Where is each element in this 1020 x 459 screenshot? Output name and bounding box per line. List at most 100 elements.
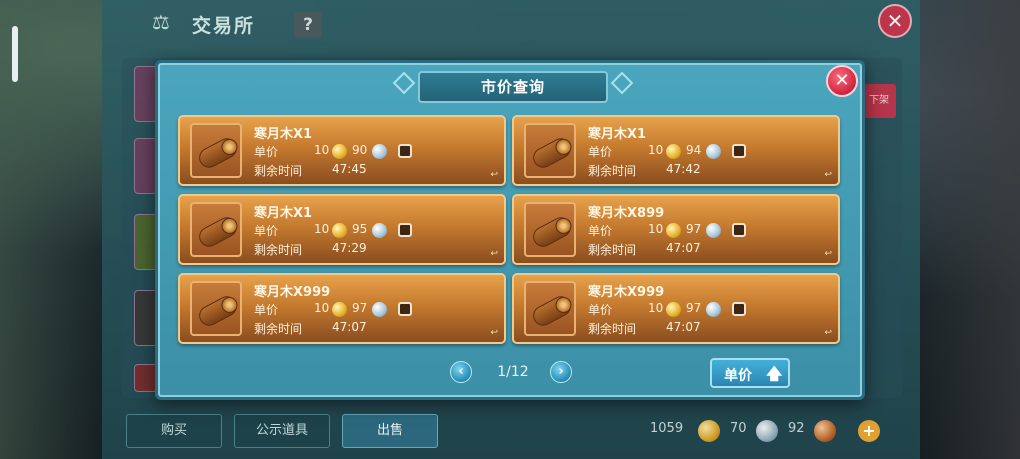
time-label: 剩余时间 [254, 164, 303, 178]
price-gold: 10 [648, 143, 664, 157]
help-button[interactable]: ? [294, 12, 322, 38]
tab-public-items[interactable]: 公示道具 [234, 414, 330, 448]
time-remaining: 47:07 [666, 241, 701, 255]
price-silver: 94 [686, 143, 702, 157]
listing-card[interactable]: 寒月木X1 单价 10 94 剩余时间 47:42 ↩ [512, 115, 840, 186]
corner-mark-icon: ↩ [490, 328, 498, 338]
wood-log-icon [529, 213, 575, 251]
gold-coin-icon [666, 144, 681, 159]
sort-up-arrow-icon: 🡅 [766, 364, 783, 383]
wood-log-icon [195, 292, 241, 330]
price-silver: 90 [352, 143, 368, 157]
side-menu-handle[interactable] [12, 26, 18, 82]
tab-buy[interactable]: 购买 [126, 414, 222, 448]
wood-log-icon [195, 134, 241, 172]
item-name: 寒月木X899 [588, 206, 665, 221]
time-remaining: 47:07 [332, 320, 367, 334]
page-indicator: 1/12 [497, 364, 529, 380]
copper-coin-icon [814, 420, 836, 442]
gold-coin-icon [666, 302, 681, 317]
bound-item-icon [732, 302, 746, 316]
price-silver: 97 [686, 222, 702, 236]
price-label: 单价 [588, 224, 613, 238]
gold-coin-icon [332, 144, 347, 159]
item-slot [190, 202, 242, 257]
silver-coin-icon [706, 223, 721, 238]
item-slot [190, 281, 242, 336]
item-slot [190, 123, 242, 178]
modal-title-bar: 市价查询 [418, 71, 608, 103]
time-remaining: 47:29 [332, 241, 367, 255]
item-name: 寒月木X1 [588, 127, 647, 142]
corner-mark-icon: ↩ [824, 249, 832, 259]
wood-log-icon [529, 134, 575, 172]
listing-card[interactable]: 寒月木X1 单价 10 95 剩余时间 47:29 ↩ [178, 194, 506, 265]
bound-item-icon [398, 223, 412, 237]
price-label: 单价 [254, 145, 279, 159]
time-label: 剩余时间 [254, 322, 303, 336]
exchange-close-button[interactable]: ✕ [878, 4, 912, 38]
silver-amount: 70 [730, 421, 747, 436]
price-label: 单价 [254, 224, 279, 238]
price-gold: 10 [314, 222, 330, 236]
prev-page-button[interactable]: ‹ [450, 361, 472, 383]
scale-icon: ⚖ [152, 10, 170, 34]
bound-item-icon [732, 144, 746, 158]
title-ornament-right-icon [610, 71, 634, 95]
listing-grid: 寒月木X1 单价 10 90 剩余时间 47:45 ↩ 寒月木X1 单价 10 … [170, 107, 850, 347]
time-label: 剩余时间 [588, 164, 637, 178]
price-gold: 10 [648, 222, 664, 236]
item-name: 寒月木X1 [254, 206, 313, 221]
gold-coin-icon [332, 223, 347, 238]
add-currency-button[interactable]: + [858, 420, 880, 442]
price-gold: 10 [314, 301, 330, 315]
sort-by-price-button[interactable]: 单价 🡅 [710, 358, 790, 388]
title-ornament-left-icon [392, 71, 416, 95]
time-remaining: 47:07 [666, 320, 701, 334]
price-label: 单价 [254, 303, 279, 317]
listing-card[interactable]: 寒月木X899 单价 10 97 剩余时间 47:07 ↩ [512, 194, 840, 265]
silver-coin-icon [372, 144, 387, 159]
exchange-title: 交易所 [192, 15, 256, 37]
scene-structure-right [910, 0, 1020, 459]
time-remaining: 47:42 [666, 162, 701, 176]
bound-item-icon [732, 223, 746, 237]
silver-coin-icon [372, 223, 387, 238]
tab-sell[interactable]: 出售 [342, 414, 438, 448]
modal-close-button[interactable]: ✕ [826, 65, 858, 97]
modal-title: 市价查询 [480, 78, 545, 96]
copper-amount: 92 [788, 421, 805, 436]
gold-amount: 1059 [650, 421, 684, 436]
gold-coin-icon [698, 420, 720, 442]
gold-coin-icon [666, 223, 681, 238]
corner-mark-icon: ↩ [824, 328, 832, 338]
time-label: 剩余时间 [588, 322, 637, 336]
time-label: 剩余时间 [588, 243, 637, 257]
gold-coin-icon [332, 302, 347, 317]
corner-mark-icon: ↩ [490, 170, 498, 180]
item-slot [524, 281, 576, 336]
price-label: 单价 [588, 303, 613, 317]
next-page-button[interactable]: › [550, 361, 572, 383]
item-name: 寒月木X999 [254, 285, 331, 300]
corner-mark-icon: ↩ [490, 249, 498, 259]
exchange-header: ⚖ 交易所 ? ✕ [102, 0, 920, 48]
item-name: 寒月木X1 [254, 127, 313, 142]
price-silver: 95 [352, 222, 368, 236]
price-silver: 97 [686, 301, 702, 315]
wood-log-icon [195, 213, 241, 251]
silver-coin-icon [756, 420, 778, 442]
listing-card[interactable]: 寒月木X999 单价 10 97 剩余时间 47:07 ↩ [512, 273, 840, 344]
time-remaining: 47:45 [332, 162, 367, 176]
price-label: 单价 [588, 145, 613, 159]
bound-item-icon [398, 302, 412, 316]
corner-mark-icon: ↩ [824, 170, 832, 180]
silver-coin-icon [706, 302, 721, 317]
time-label: 剩余时间 [254, 243, 303, 257]
offsale-button[interactable]: 下架 [862, 84, 896, 118]
silver-coin-icon [372, 302, 387, 317]
price-silver: 97 [352, 301, 368, 315]
listing-card[interactable]: 寒月木X999 单价 10 97 剩余时间 47:07 ↩ [178, 273, 506, 344]
sort-label: 单价 [724, 368, 752, 384]
listing-card[interactable]: 寒月木X1 单价 10 90 剩余时间 47:45 ↩ [178, 115, 506, 186]
